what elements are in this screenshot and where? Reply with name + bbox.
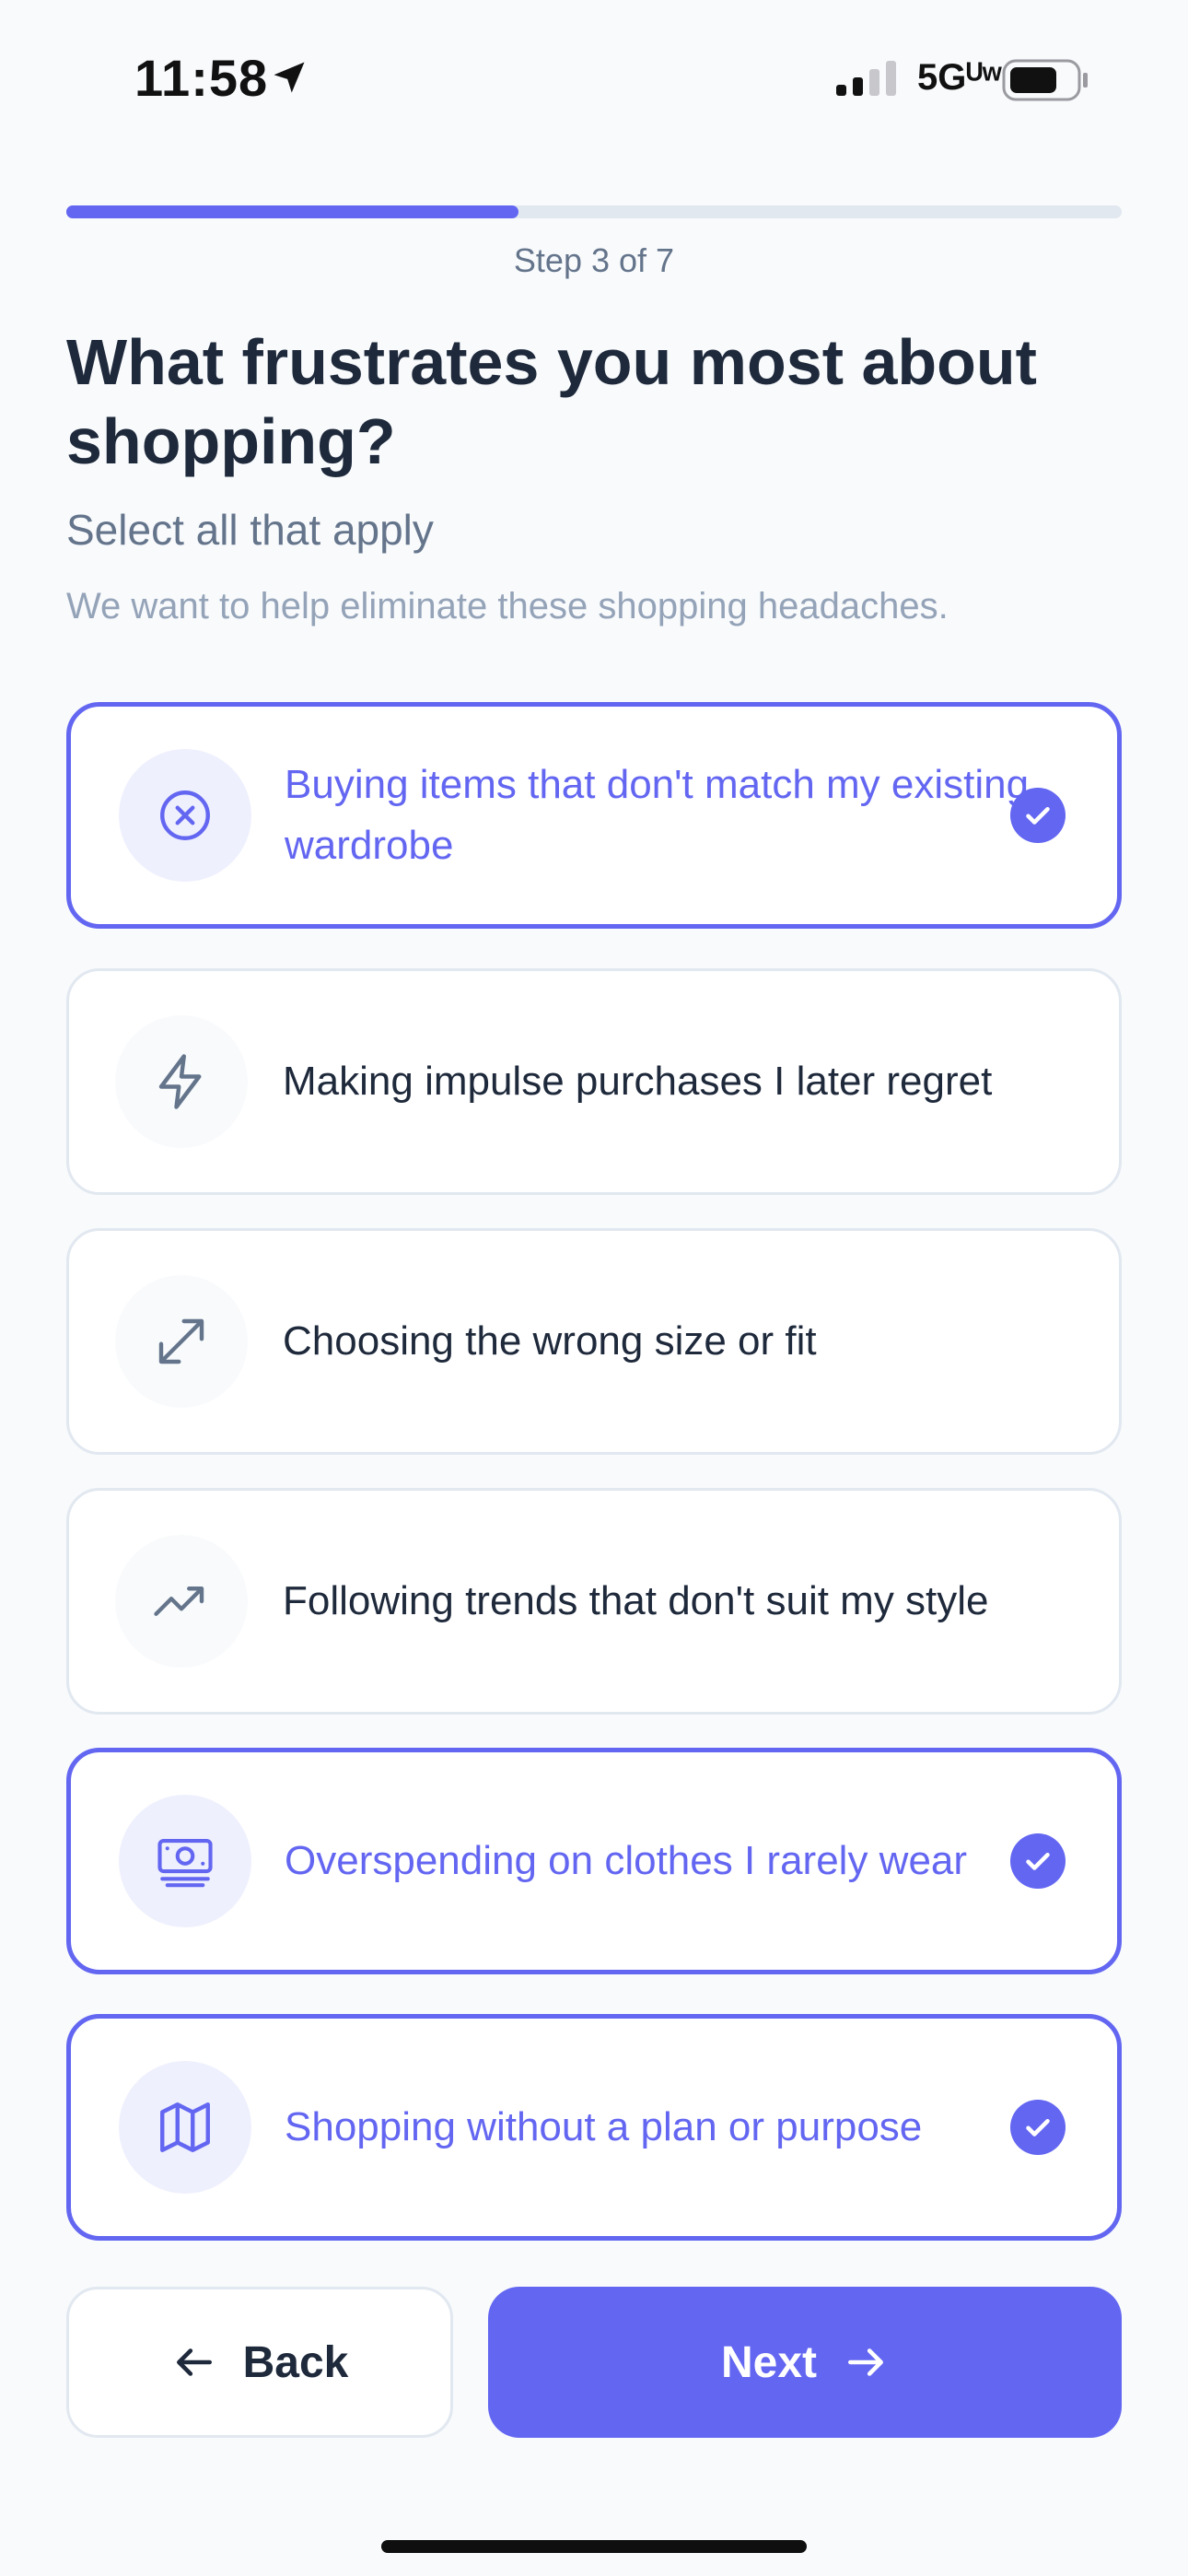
arrow-right-icon (848, 2348, 883, 2376)
battery-icon (1002, 59, 1088, 101)
option-card[interactable]: Overspending on clothes I rarely wear (66, 1748, 1122, 1974)
back-button-label: Back (242, 2337, 349, 2387)
option-label: Buying items that don't match my existin… (285, 762, 1030, 868)
option-label: Following trends that don't suit my styl… (283, 1578, 989, 1623)
cash-icon (157, 1838, 213, 1888)
checkmark-icon (1010, 788, 1066, 843)
arrow-left-icon (176, 2348, 212, 2376)
lightning-icon (158, 1054, 202, 1109)
next-button-label: Next (720, 2337, 818, 2387)
progress-fill (66, 205, 519, 218)
helper-text: We want to help eliminate these shopping… (66, 586, 949, 626)
home-indicator (381, 2540, 807, 2553)
checkmark-icon (1010, 2100, 1066, 2155)
next-button[interactable]: Next (488, 2287, 1122, 2438)
x-circle-icon (160, 790, 210, 840)
progress-bar (66, 205, 1122, 218)
map-icon (160, 2102, 210, 2152)
option-label: Overspending on clothes I rarely wear (285, 1838, 968, 1883)
page-title: What frustrates you most about shopping? (66, 326, 1037, 477)
option-card[interactable]: Following trends that don't suit my styl… (66, 1488, 1122, 1715)
location-arrow-icon (274, 62, 305, 93)
option-label: Choosing the wrong size or fit (283, 1318, 817, 1364)
option-label: Shopping without a plan or purpose (285, 2104, 923, 2149)
option-card[interactable]: Shopping without a plan or purpose (66, 2014, 1122, 2241)
back-button[interactable]: Back (66, 2287, 453, 2438)
step-label: Step 3 of 7 (513, 241, 675, 279)
option-card[interactable]: Buying items that don't match my existin… (66, 702, 1122, 929)
option-card[interactable]: Choosing the wrong size or fit (66, 1228, 1122, 1455)
expand-arrows-icon (158, 1318, 204, 1364)
page-subtitle: Select all that apply (66, 506, 434, 554)
network-label: 5Gᵁʷ (917, 57, 1002, 98)
trending-up-icon (154, 1587, 204, 1616)
status-time: 11:58 (134, 49, 269, 107)
option-label: Making impulse purchases I later regret (283, 1059, 993, 1104)
status-bar: 11:58 5Gᵁʷ (0, 0, 1188, 157)
signal-icon (836, 61, 896, 96)
checkmark-icon (1010, 1833, 1066, 1889)
option-card[interactable]: Making impulse purchases I later regret (66, 968, 1122, 1195)
